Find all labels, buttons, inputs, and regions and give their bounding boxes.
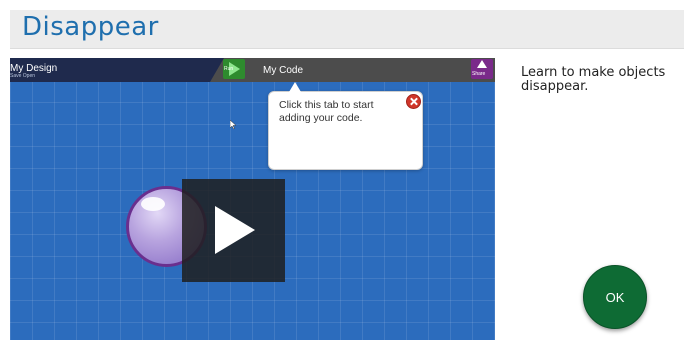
tooltip: Click this tab to start adding your code… [268,82,423,170]
run-label: Run [224,66,234,72]
play-button[interactable] [182,179,285,282]
ok-button[interactable]: OK [583,265,647,329]
close-icon[interactable] [406,94,421,109]
share-button[interactable]: Share [471,59,493,79]
cursor-icon [230,120,236,129]
tab-my-design-sublabel: Save Open [10,73,36,79]
share-label: Share [472,71,486,77]
share-icon [477,60,487,68]
header: Disappear [10,10,684,49]
tab-my-code[interactable]: My Code [210,58,495,82]
ok-label: OK [605,289,625,305]
lesson-description: Learn to make objects disappear. [521,65,666,94]
tab-my-code-label: My Code [263,65,304,76]
run-button[interactable]: Run [223,59,245,79]
bubble-shine [141,197,165,211]
play-icon [215,206,255,254]
video-player[interactable]: My Design Save Open My Code Run Share Cl… [10,58,495,340]
tab-my-design[interactable]: My Design Save Open [10,58,210,82]
page-title: Disappear [22,12,159,42]
tooltip-text: Click this tab to start adding your code… [279,99,374,124]
